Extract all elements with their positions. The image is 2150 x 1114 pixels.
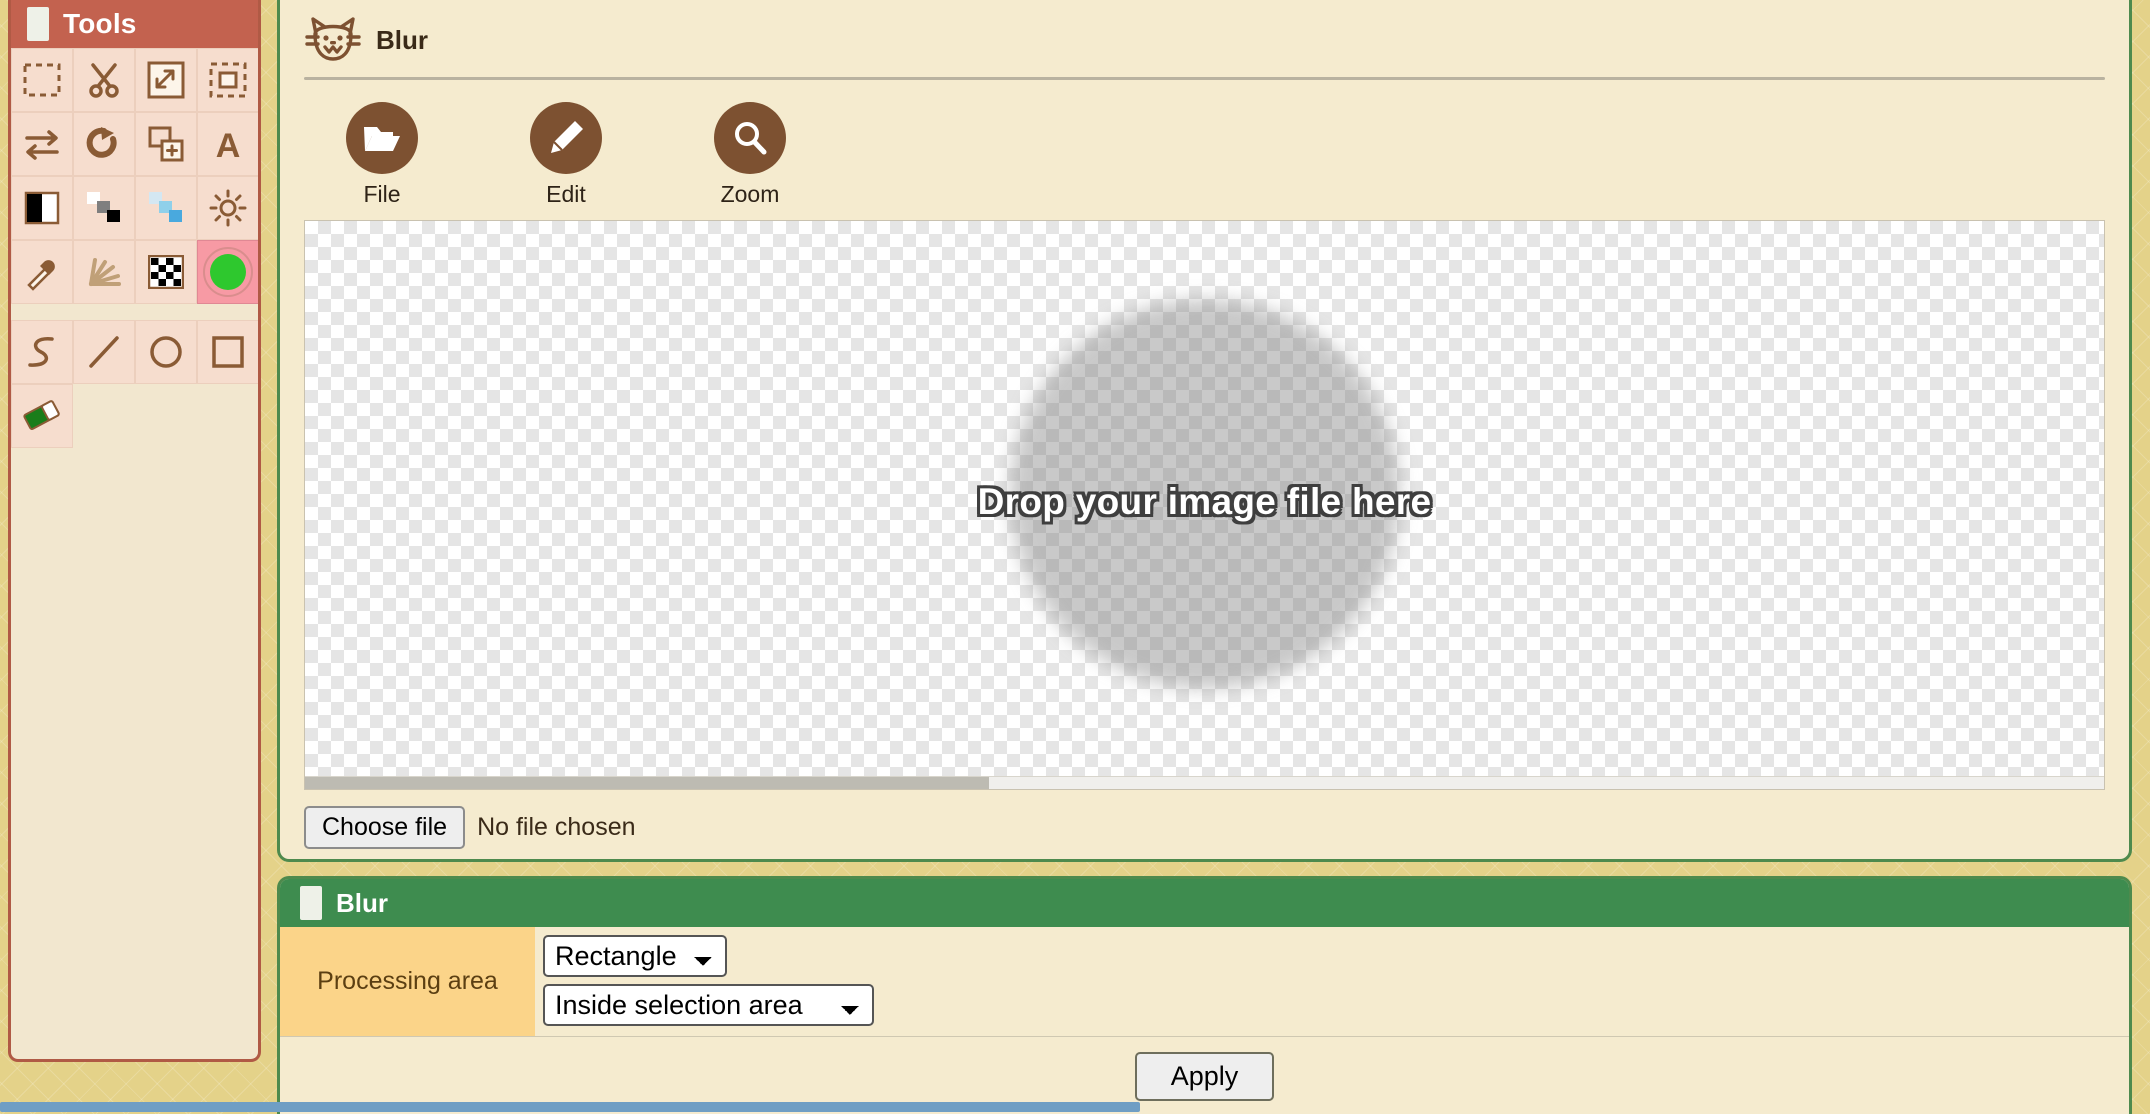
square-outline-icon <box>210 334 246 370</box>
crop-tool[interactable] <box>197 48 258 112</box>
flip-arrows-icon <box>23 127 61 161</box>
svg-text:A: A <box>216 127 241 162</box>
file-input-row: Choose file No file chosen <box>304 806 2129 849</box>
curve-s-icon <box>25 334 59 370</box>
eraser-icon <box>22 399 62 433</box>
add-layer-tool[interactable] <box>135 112 197 176</box>
file-status-text: No file chosen <box>477 813 636 841</box>
flip-tool[interactable] <box>11 112 73 176</box>
blur-tool[interactable] <box>73 240 135 304</box>
color-swatch-tool[interactable] <box>197 240 258 304</box>
toolbar-zoom-button[interactable]: Zoom <box>696 102 804 208</box>
tools-panel-header: Tools <box>11 0 258 48</box>
line-icon <box>87 334 121 370</box>
eyedropper-tool[interactable] <box>11 240 73 304</box>
select-rectangle-tool[interactable] <box>11 48 73 112</box>
blur-settings-panel: Blur Processing area RectangleEllipseFre… <box>277 876 2132 1114</box>
pencil-icon <box>530 102 602 174</box>
choose-file-button[interactable]: Choose file <box>304 806 466 849</box>
toolbar-edit-label: Edit <box>546 181 586 207</box>
mosaic-tool[interactable] <box>135 240 197 304</box>
scissors-icon <box>85 61 123 99</box>
resize-arrows-icon <box>147 61 185 99</box>
cat-face-icon <box>304 14 362 67</box>
add-layer-icon <box>147 125 185 163</box>
tools-panel: Tools A <box>8 0 261 1062</box>
magnifier-icon <box>714 102 786 174</box>
resize-tool[interactable] <box>135 48 197 112</box>
page-scrollbar-thumb[interactable] <box>0 1102 1140 1112</box>
drop-file-hint: Drop your image file here <box>977 481 1432 523</box>
color-tone-tool[interactable] <box>135 176 197 240</box>
dashed-rectangle-icon <box>23 63 61 97</box>
grayscale-tool[interactable] <box>73 176 135 240</box>
canvas-horizontal-scrollbar[interactable] <box>305 776 2104 789</box>
crop-frame-icon <box>209 62 247 98</box>
image-canvas[interactable]: Drop your image file here <box>304 220 2105 790</box>
page-horizontal-scrollbar[interactable] <box>0 1102 2150 1114</box>
blur-fan-icon <box>85 254 123 290</box>
tool-grid: A <box>11 48 258 448</box>
toolbar-file-button[interactable]: File <box>328 102 436 208</box>
rotate-arrow-icon <box>86 125 122 163</box>
line-tool[interactable] <box>73 320 135 384</box>
apply-button[interactable]: Apply <box>1134 1051 1275 1101</box>
editor-title: Blur <box>376 25 428 55</box>
toolbar-zoom-label: Zoom <box>720 181 780 207</box>
ellipse-tool[interactable] <box>135 320 197 384</box>
blur-settings-header: Blur <box>280 879 2129 927</box>
circle-outline-icon <box>148 334 184 370</box>
color-squares-icon <box>147 190 185 226</box>
rectangle-tool[interactable] <box>197 320 258 384</box>
eraser-tool[interactable] <box>11 384 73 448</box>
eyedropper-icon <box>23 253 61 291</box>
green-circle-icon <box>202 246 254 298</box>
toolbar-edit-button[interactable]: Edit <box>512 102 620 208</box>
contrast-icon <box>24 191 60 225</box>
panel-chip-icon <box>300 886 322 920</box>
processing-area-label: Processing area <box>280 927 535 1036</box>
checkerboard-icon <box>148 255 184 289</box>
processing-area-row: Processing area RectangleEllipseFree for… <box>280 927 2129 1037</box>
toolbar-file-label: File <box>363 181 401 207</box>
letter-a-icon: A <box>211 126 245 162</box>
blur-settings-title: Blur <box>336 887 388 918</box>
tool-grid-divider <box>11 304 258 320</box>
editor-toolbar: File Edit Zoom <box>280 80 2129 208</box>
rotate-tool[interactable] <box>73 112 135 176</box>
processing-area-target-select[interactable]: Inside selection areaOutside selection a… <box>543 984 874 1026</box>
processing-area-fields: RectangleEllipseFree form Inside selecti… <box>535 927 2129 1036</box>
blur-editor-panel: Blur File Edit Zoom Drop your image file… <box>277 0 2132 862</box>
sun-icon <box>209 189 247 227</box>
contrast-tool[interactable] <box>11 176 73 240</box>
grayscale-squares-icon <box>85 190 123 226</box>
brightness-tool[interactable] <box>197 176 258 240</box>
cut-tool[interactable] <box>73 48 135 112</box>
processing-area-shape-select[interactable]: RectangleEllipseFree form <box>543 935 727 977</box>
freehand-tool[interactable] <box>11 320 73 384</box>
canvas-scrollbar-thumb[interactable] <box>305 777 989 789</box>
panel-chip-icon <box>27 7 49 41</box>
text-tool[interactable]: A <box>197 112 258 176</box>
folder-open-icon <box>346 102 418 174</box>
editor-titlebar: Blur <box>280 0 2129 73</box>
tools-panel-title: Tools <box>63 8 137 39</box>
